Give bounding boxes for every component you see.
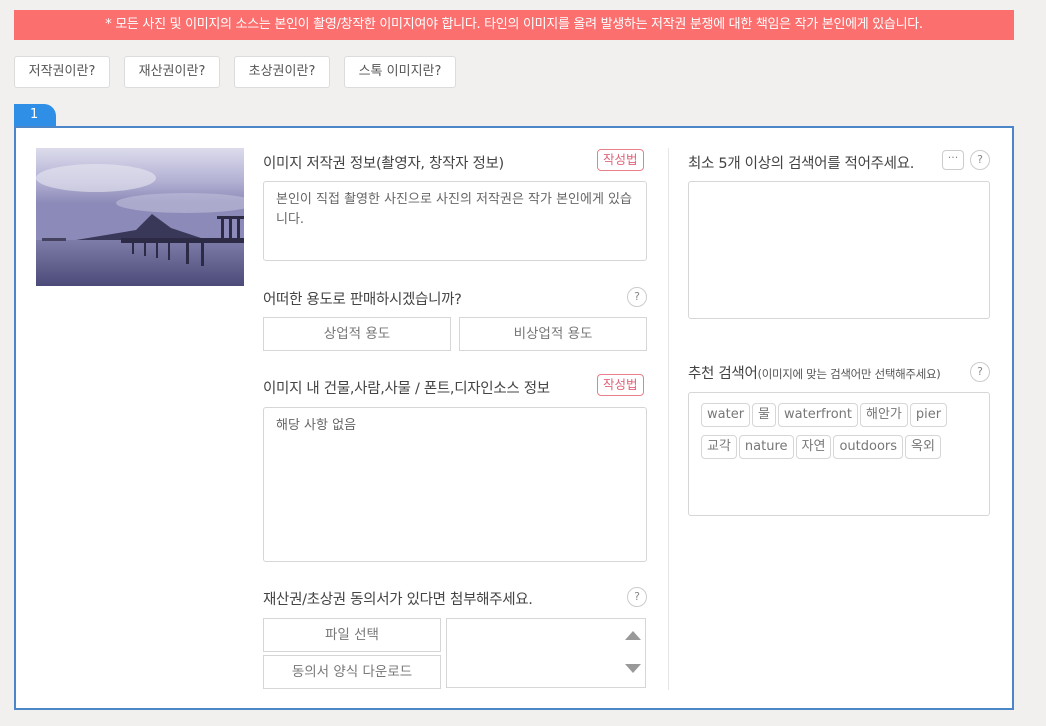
what-is-copyright-button[interactable]: 저작권이란? [14, 56, 110, 88]
usage-label: 어떠한 용도로 판매하시겠습니까? [263, 292, 462, 308]
keywords-textarea[interactable] [688, 181, 990, 319]
consent-form-download-button[interactable]: 동의서 양식 다운로드 [263, 655, 441, 689]
recommended-keywords-label: 추천 검색어(이미지에 맞는 검색어만 선택해주세요) [688, 362, 941, 383]
recommended-help-icon[interactable]: ? [970, 362, 990, 382]
keyword-tag[interactable]: outdoors [833, 435, 904, 459]
recommended-keywords-hint: (이미지에 맞는 검색어만 선택해주세요) [757, 367, 941, 381]
copyright-notice-banner: * 모든 사진 및 이미지의 소스는 본인이 촬영/창작한 이미지여야 합니다.… [14, 10, 1014, 40]
keyword-tag[interactable]: pier [909, 403, 948, 427]
keyword-tag[interactable]: nature [738, 435, 794, 459]
keyword-tag[interactable]: 물 [752, 403, 777, 427]
non-commercial-use-button[interactable]: 비상업적 용도 [459, 317, 647, 351]
keywords-help-icon[interactable]: ? [970, 150, 990, 170]
recommended-tags-box: water 물 waterfront 해안가 pier 교각 nature 자연 outdoo… [688, 392, 990, 516]
file-select-button[interactable]: 파일 선택 [263, 618, 441, 652]
sources-info-textarea[interactable]: 해당 사항 없음 [263, 407, 647, 562]
pier-landscape-photo [36, 148, 244, 286]
consent-label: 재산권/초상권 동의서가 있다면 첨부해주세요. [263, 592, 533, 608]
keyword-tag[interactable]: 옥외 [905, 435, 941, 459]
sources-info-label: 이미지 내 건물,사람,사물 / 폰트,디자인소스 정보 [263, 381, 550, 397]
image-item-panel: 이미지 저작권 정보(촬영자, 창작자 정보) 작성법 본인이 직접 촬영한 사… [14, 126, 1014, 710]
copyright-howto-button[interactable]: 작성법 [597, 149, 644, 171]
consent-help-icon[interactable]: ? [627, 587, 647, 607]
keyword-tag[interactable]: 교각 [701, 435, 737, 459]
keyword-tag[interactable]: waterfront [778, 403, 858, 427]
keyword-tag[interactable]: 자연 [795, 435, 832, 459]
keyword-tag[interactable]: water [701, 403, 751, 427]
sources-howto-button[interactable]: 작성법 [597, 374, 644, 396]
more-options-icon[interactable]: ··· [942, 150, 964, 170]
scroll-down-arrow-icon[interactable] [625, 664, 641, 673]
image-thumbnail [36, 148, 244, 286]
usage-help-icon[interactable]: ? [627, 287, 647, 307]
commercial-use-button[interactable]: 상업적 용도 [263, 317, 451, 351]
column-divider [668, 148, 669, 690]
what-is-stock-image-button[interactable]: 스톡 이미지란? [344, 56, 456, 88]
copyright-info-label: 이미지 저작권 정보(촬영자, 창작자 정보) [263, 156, 504, 172]
what-is-property-right-button[interactable]: 재산권이란? [124, 56, 220, 88]
what-is-portrait-right-button[interactable]: 초상권이란? [234, 56, 330, 88]
copyright-info-textarea[interactable]: 본인이 직접 촬영한 사진으로 사진의 저작권은 작가 본인에게 있습니다. [263, 181, 647, 261]
item-number-tab[interactable]: 1 [14, 104, 56, 126]
keywords-label: 최소 5개 이상의 검색어를 적어주세요. [688, 156, 915, 172]
attached-files-list[interactable] [446, 618, 646, 688]
scroll-up-arrow-icon[interactable] [625, 631, 641, 640]
keyword-tag[interactable]: 해안가 [859, 403, 908, 427]
recommended-keywords-title: 추천 검색어 [688, 366, 758, 382]
